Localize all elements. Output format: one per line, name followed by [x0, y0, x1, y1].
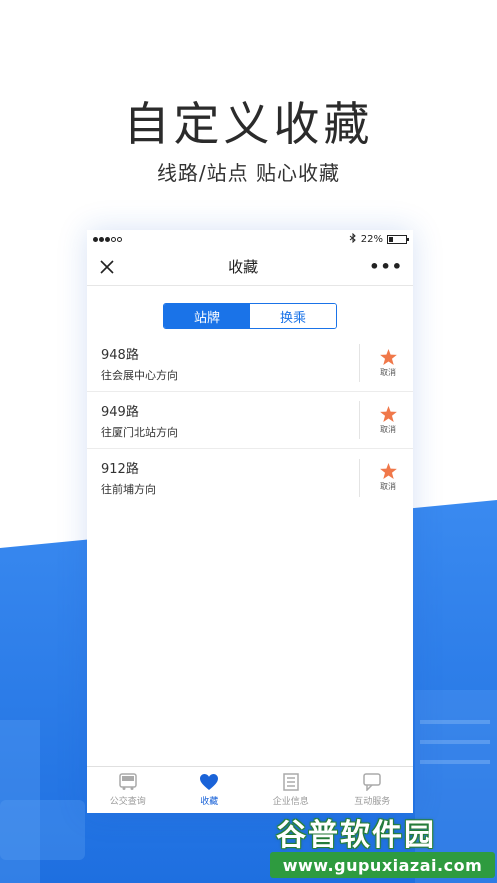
close-icon[interactable] [97, 257, 117, 277]
promo-subline: 线路/站点 贴心收藏 [156, 161, 341, 185]
tab-stop-board[interactable]: 站牌 [164, 304, 250, 328]
tab-favorites[interactable]: 收藏 [169, 767, 251, 813]
cancel-label: 取消 [380, 482, 396, 491]
tab-bus-query[interactable]: 公交查询 [87, 767, 169, 813]
star-icon [379, 348, 397, 365]
tab-label: 收藏 [200, 797, 219, 807]
watermark-url: www.gupuxiazai.com [270, 852, 495, 878]
route-direction: 往厦门北站方向 [101, 425, 178, 439]
promo-headline: 自定义收藏 [123, 97, 374, 151]
heart-icon [200, 774, 219, 790]
watermark: 谷普软件园 www.gupuxiazai.com [268, 806, 497, 883]
star-icon [379, 405, 397, 422]
list-item[interactable]: 912路 往前埔方向 取消 [87, 449, 413, 506]
route-name: 912路 [101, 462, 139, 477]
watermark-title: 谷普软件园 [276, 818, 436, 853]
star-icon [379, 463, 397, 479]
cancel-favorite-button[interactable]: 取消 [359, 344, 401, 382]
segment-control: 站牌 换乘 [163, 303, 337, 329]
cancel-favorite-button[interactable]: 取消 [359, 401, 401, 439]
battery-percent: 22% [360, 233, 383, 245]
bluetooth-icon [349, 232, 357, 246]
route-name: 948路 [101, 347, 139, 363]
route-direction: 往会展中心方向 [101, 368, 178, 382]
status-bar: 22% [87, 230, 413, 248]
nav-bar: 收藏 ••• [87, 248, 413, 286]
page-title: 收藏 [228, 258, 259, 276]
favorites-list: 948路 往会展中心方向 取消 949路 往厦门北站方向 取消 912路 往前埔… [87, 335, 413, 506]
building-icon [283, 773, 299, 791]
cancel-label: 取消 [380, 367, 396, 377]
route-name: 949路 [101, 404, 139, 420]
phone-mockup: 22% 收藏 ••• 站牌 换乘 948路 往会展中心方向 取消 949路 往厦… [87, 230, 413, 813]
bus-icon [119, 773, 137, 790]
cancel-label: 取消 [380, 424, 396, 434]
list-item[interactable]: 948路 往会展中心方向 取消 [87, 335, 413, 392]
list-item[interactable]: 949路 往厦门北站方向 取消 [87, 392, 413, 449]
route-direction: 往前埔方向 [101, 483, 156, 496]
cancel-favorite-button[interactable]: 取消 [359, 458, 401, 497]
tab-label: 公交查询 [109, 797, 146, 807]
battery-icon [387, 234, 409, 244]
more-icon[interactable]: ••• [369, 257, 403, 276]
chat-icon [363, 773, 381, 791]
signal-icon [93, 236, 122, 242]
tab-transfer[interactable]: 换乘 [250, 304, 336, 328]
